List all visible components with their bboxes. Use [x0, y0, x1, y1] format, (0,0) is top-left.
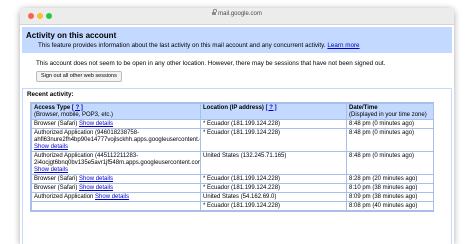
access-type-cell: Browser (Safari) Show details — [31, 174, 201, 184]
lock-icon — [212, 9, 217, 15]
show-details-link[interactable]: Show details — [34, 144, 68, 150]
access-type-header: Access Type [ ? ] (Browser, mobile, POP3… — [31, 103, 201, 120]
show-details-link[interactable]: Show details — [34, 167, 68, 173]
page-title: Activity on this account — [26, 31, 117, 40]
location-help-link[interactable]: [ ? ] — [266, 105, 277, 111]
location-header: Location (IP address) [ ? ] — [200, 103, 347, 120]
recent-activity-label: Recent activity: — [27, 91, 74, 98]
learn-more-link[interactable]: Learn more — [327, 42, 359, 49]
location-cell: United States (132.245.71.165) — [200, 151, 347, 175]
table-row: Authorized Application Show details Unit… — [31, 192, 434, 202]
datetime-subheader: (Displayed in your time zone) — [349, 111, 427, 118]
recent-activity-section: Recent activity: Access Type [ ? ] (Brow… — [22, 88, 452, 244]
location-cell: * Ecuador (181.199.124.228) — [200, 174, 347, 184]
table-row: Browser (Safari) Show details * Ecuador … — [31, 119, 434, 129]
description-text: This feature provides information about … — [38, 42, 326, 49]
show-details-link[interactable]: Show details — [79, 185, 113, 191]
address-bar[interactable]: mail.google.com — [20, 9, 454, 17]
location-cell: * Ecuador (181.199.124.228) — [200, 201, 347, 211]
location-cell: * Ecuador (181.199.124.228) — [200, 119, 347, 129]
datetime-cell: 8:08 pm (40 minutes ago) — [346, 201, 434, 211]
browser-window: mail.google.com Activity on this account… — [20, 8, 454, 244]
datetime-cell: 8:28 pm (20 minutes ago) — [346, 174, 434, 184]
table-row: Browser (Safari) Show details * Ecuador … — [31, 174, 434, 184]
datetime-header: Date/Time (Displayed in your time zone) — [346, 103, 434, 120]
datetime-cell: 8:48 pm (0 minutes ago) — [346, 151, 434, 175]
location-cell: United States (54.162.69.0) — [200, 192, 347, 202]
table-row: Authorized Application (445112211283- 2i… — [31, 151, 434, 175]
access-type-help-link[interactable]: [ ? ] — [72, 105, 83, 111]
show-details-link[interactable]: Show details — [79, 176, 113, 182]
datetime-cell: 8:10 pm (38 minutes ago) — [346, 183, 434, 193]
show-details-link[interactable]: Show details — [95, 194, 129, 200]
access-type-cell: Authorized Application (445112211283- 2i… — [31, 151, 201, 175]
table-row: Browser (Safari) Show details * Ecuador … — [31, 183, 434, 193]
datetime-cell: 8:48 pm (0 minutes ago) — [346, 128, 434, 152]
table-row: Authorized Application (946018238758- ah… — [31, 128, 434, 152]
activity-table-wrapper: Access Type [ ? ] (Browser, mobile, POP3… — [30, 102, 434, 212]
access-type-cell — [31, 201, 201, 211]
title-bar: mail.google.com — [20, 8, 454, 25]
table-row: * Ecuador (181.199.124.228) 8:08 pm (40 … — [31, 201, 434, 211]
show-details-link[interactable]: Show details — [79, 121, 113, 127]
activity-table: Access Type [ ? ] (Browser, mobile, POP3… — [31, 103, 434, 211]
page-content: Activity on this account This feature pr… — [20, 25, 454, 244]
url-text: mail.google.com — [218, 11, 262, 17]
header-description: This feature provides information about … — [38, 42, 360, 49]
activity-header: Activity on this account This feature pr… — [22, 27, 452, 53]
access-type-cell: Browser (Safari) Show details — [31, 119, 201, 129]
access-type-cell: Browser (Safari) Show details — [31, 183, 201, 193]
sign-out-all-sessions-button[interactable]: Sign out all other web sessions — [36, 71, 122, 82]
datetime-cell: 8:09 pm (38 minutes ago) — [346, 192, 434, 202]
datetime-cell: 8:48 pm (0 minutes ago) — [346, 119, 434, 129]
location-cell: * Ecuador (181.199.124.228) — [200, 128, 347, 152]
session-notice: This account does not seem to be open in… — [36, 60, 386, 67]
access-type-cell: Authorized Application (946018238758- ah… — [31, 128, 201, 152]
access-type-cell: Authorized Application Show details — [31, 192, 201, 202]
table-header-row: Access Type [ ? ] (Browser, mobile, POP3… — [31, 103, 434, 120]
access-type-subheader: (Browser, mobile, POP3, etc.) — [34, 111, 114, 118]
location-cell: * Ecuador (181.199.124.228) — [200, 183, 347, 193]
